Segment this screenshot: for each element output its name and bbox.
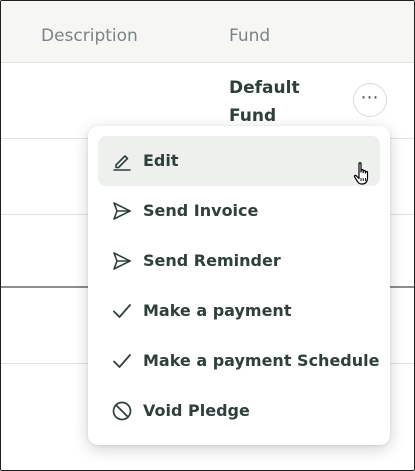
- menu-item-make-payment[interactable]: Make a payment: [98, 286, 380, 336]
- hand-pointer-cursor-icon: [353, 161, 373, 187]
- menu-item-void-pledge[interactable]: Void Pledge: [98, 386, 380, 436]
- send-icon: [112, 201, 132, 221]
- menu-item-edit[interactable]: Edit: [98, 136, 380, 186]
- menu-item-label: Make a payment Schedule: [143, 351, 380, 370]
- fund-name-line: Default: [229, 78, 300, 98]
- pencil-icon: [112, 151, 132, 171]
- menu-item-label: Edit: [143, 151, 179, 170]
- menu-item-make-payment-schedule[interactable]: Make a payment Schedule: [98, 336, 380, 386]
- checkmark-icon: [112, 301, 132, 321]
- row-actions-button[interactable]: ⋯: [353, 83, 387, 117]
- void-icon: [112, 401, 132, 421]
- more-icon: ⋯: [360, 87, 380, 108]
- column-header-description[interactable]: Description: [41, 26, 138, 46]
- menu-item-label: Send Reminder: [143, 251, 281, 270]
- row-actions-menu: Edit Send Invoice Send Reminder Make a p…: [88, 126, 390, 445]
- menu-item-send-reminder[interactable]: Send Reminder: [98, 236, 380, 286]
- menu-item-label: Send Invoice: [143, 201, 259, 220]
- menu-item-send-invoice[interactable]: Send Invoice: [98, 186, 380, 236]
- table-row-fund-cell: Default Fund: [229, 74, 339, 130]
- checkmark-icon: [112, 351, 132, 371]
- menu-item-label: Make a payment: [143, 301, 292, 320]
- table-header: Description Fund: [1, 1, 414, 63]
- column-header-fund[interactable]: Fund: [229, 26, 270, 46]
- table-panel: Description Fund Default Fund ⋯ Edit Sen…: [0, 0, 415, 471]
- send-icon: [112, 251, 132, 271]
- menu-item-label: Void Pledge: [143, 401, 250, 420]
